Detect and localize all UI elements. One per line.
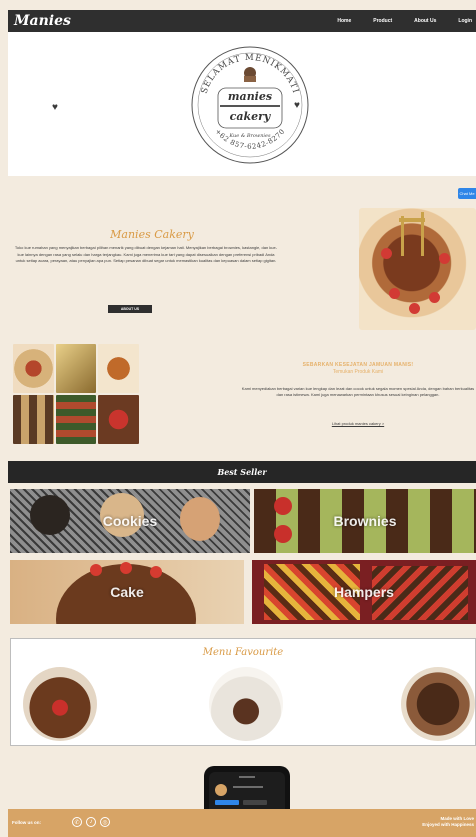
favourite-item-1[interactable] <box>23 667 97 741</box>
tile-label: Cake <box>110 584 144 600</box>
promo-subtitle: Temukan Produk Kami <box>332 369 384 375</box>
view-products-link[interactable]: Lihat produk manies cakery > <box>240 421 476 426</box>
favourite-item-3[interactable] <box>401 667 475 741</box>
whatsapp-icon[interactable]: ✆ <box>72 817 82 827</box>
tiktok-icon[interactable]: ♪ <box>86 817 96 827</box>
about-title: Manies Cakery <box>110 228 194 241</box>
tile-label: Cookies <box>102 513 158 529</box>
nav-item-home[interactable]: Home <box>337 18 351 24</box>
footer: Follow us on: ✆ ♪ ◎ Made with Love Enjoy… <box>8 809 476 837</box>
promo-title: SEBARKAN KESEJATAN JAMUAN MANIS! <box>302 362 414 368</box>
social-icons: ✆ ♪ ◎ <box>72 817 110 827</box>
promo-description: Kami menyediakan berbagai varian kue len… <box>241 386 475 397</box>
svg-text:cakery: cakery <box>230 110 272 123</box>
follow-us-label: Follow us on: <box>12 820 41 825</box>
heart-icon: ♥ <box>52 102 58 113</box>
tile-label: Hampers <box>334 584 394 600</box>
site-logo[interactable]: Manies <box>8 13 71 29</box>
menu-favourite-title: Menu Favourite <box>202 647 284 658</box>
chat-button[interactable]: Chat Me <box>458 188 476 199</box>
svg-text:Kue & Brownies: Kue & Brownies <box>228 133 271 139</box>
top-navbar: Manies Home Product About Us Login <box>8 10 476 32</box>
product-collage <box>13 344 139 444</box>
tile-label: Brownies <box>333 513 397 529</box>
svg-text:+62 857-6242-8270: +62 857-6242-8270 <box>213 127 286 150</box>
footer-tagline: Made with Love Enjoyed with Happiness <box>422 816 474 828</box>
nav-item-login[interactable]: Login <box>458 18 472 24</box>
nav-item-about[interactable]: About Us <box>414 18 436 24</box>
about-description: Toko kue rumahan yang menyajikan berbaga… <box>14 245 278 263</box>
nav-item-product[interactable]: Product <box>373 18 392 24</box>
nav-menu: Home Product About Us Login <box>337 10 472 32</box>
about-us-button[interactable]: ABOUT US <box>108 305 152 313</box>
hero-banner: ♥ ♥ SELAMAT MENIKMATI +62 857-6242-8270 … <box>8 32 476 176</box>
tile-hampers[interactable]: Hampers <box>252 560 476 624</box>
svg-text:manies: manies <box>228 90 272 103</box>
instagram-icon[interactable]: ◎ <box>100 817 110 827</box>
tile-cookies[interactable]: Cookies <box>10 489 250 553</box>
cake-photo <box>359 208 476 330</box>
best-seller-title: Best Seller <box>217 467 267 477</box>
tile-brownies[interactable]: Brownies <box>254 489 476 553</box>
best-seller-header: Best Seller <box>8 461 476 483</box>
favourite-item-2[interactable] <box>209 667 283 741</box>
menu-favourite-section: Menu Favourite <box>10 638 476 746</box>
tile-cake[interactable]: Cake <box>10 560 244 624</box>
brand-seal-logo: SELAMAT MENIKMATI +62 857-6242-8270 mani… <box>191 46 309 164</box>
footer-tagline-2: Enjoyed with Happiness <box>422 822 474 827</box>
